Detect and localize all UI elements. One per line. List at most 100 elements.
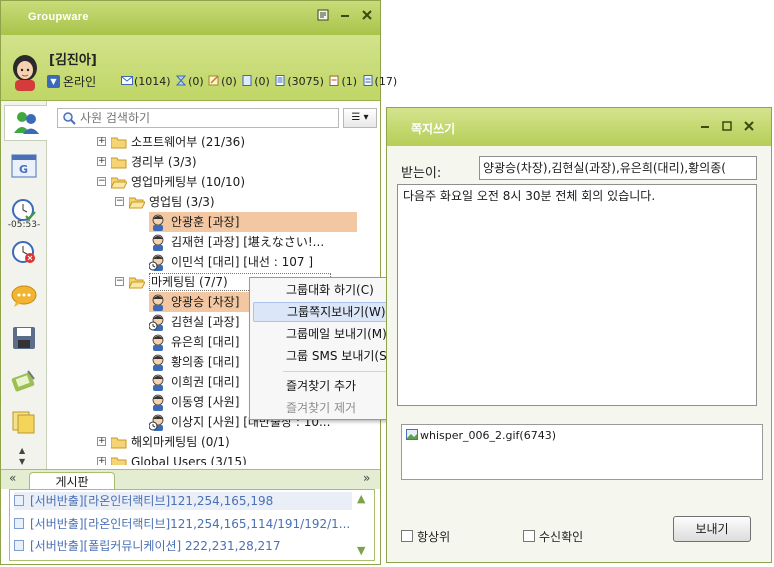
folder-icon xyxy=(110,155,127,169)
list-icon: ☰ ▾ xyxy=(351,112,369,123)
note-icon xyxy=(208,75,220,86)
person-online-icon xyxy=(149,353,167,371)
minimize-icon[interactable] xyxy=(697,120,713,136)
expand-icon[interactable]: + xyxy=(97,137,106,146)
board-row[interactable]: [서버반출][라온인터랙티브]121,254,165,114/191/192/1… xyxy=(14,515,350,533)
mail-icon xyxy=(121,75,133,86)
collapse-icon[interactable]: − xyxy=(115,277,124,286)
tab-notes[interactable] xyxy=(5,405,43,441)
doc-icon xyxy=(241,75,253,86)
tab-contacts[interactable] xyxy=(4,105,47,141)
svg-text:G: G xyxy=(19,163,28,176)
prev-tab-icon[interactable]: « xyxy=(9,471,16,485)
post-icon xyxy=(14,495,24,506)
side-tabs: G -05:53- ▲ ▼ xyxy=(1,101,47,469)
window-g-icon: G xyxy=(11,154,37,181)
folder-open-icon xyxy=(110,175,128,189)
tab-chat[interactable] xyxy=(5,279,43,315)
chat-bubble-icon xyxy=(10,284,38,311)
page-icon xyxy=(274,75,286,86)
person-online-icon xyxy=(149,373,167,391)
people-icon xyxy=(12,109,40,138)
minimize-icon[interactable] xyxy=(337,9,353,25)
sheet-counter[interactable]: (17) xyxy=(362,75,397,88)
recipient-label: 받는이: xyxy=(401,166,442,181)
image-file-icon xyxy=(406,429,418,440)
compose-title-bar[interactable]: 쪽지쓰기 xyxy=(387,108,771,146)
attachment-box[interactable]: whisper_006_2.gif(6743) xyxy=(401,424,763,480)
person-away-icon xyxy=(148,413,167,431)
avatar[interactable] xyxy=(9,51,41,91)
profile-area: [김진아] ▼ 온라인 (1014) (0) (0) (0) (3075) (1… xyxy=(1,35,397,101)
person-online-icon xyxy=(149,233,167,251)
tab-alarm[interactable] xyxy=(5,235,43,271)
folder-icon xyxy=(110,435,127,449)
doc-counter[interactable]: (0) xyxy=(241,75,270,88)
read-receipt-label: 수신확인 xyxy=(539,530,584,544)
side-scroll-up-icon[interactable]: ▲ xyxy=(19,446,25,455)
side-scroll-down-icon[interactable]: ▼ xyxy=(19,457,25,466)
person-away-icon xyxy=(148,253,167,271)
scroll-down-icon[interactable]: ▼ xyxy=(357,544,365,557)
collapse-icon[interactable]: − xyxy=(115,197,124,206)
board-row[interactable]: [서버반출][폴립커뮤니케이션] 222,231,28,217 xyxy=(14,537,280,555)
notes-icon xyxy=(11,410,37,437)
maximize-icon[interactable] xyxy=(719,120,735,136)
tab-groupware[interactable]: G xyxy=(5,149,43,185)
device-icon xyxy=(10,367,38,396)
always-on-top-checkbox[interactable] xyxy=(401,530,413,542)
app-title: Groupware xyxy=(28,11,89,23)
search-box[interactable] xyxy=(57,108,339,128)
folder-icon xyxy=(110,135,127,149)
expand-icon[interactable]: + xyxy=(97,157,106,166)
view-options-button[interactable]: ☰ ▾ xyxy=(343,108,377,128)
status-dropdown-icon[interactable]: ▼ xyxy=(47,75,60,88)
clipboard-counter[interactable]: (1) xyxy=(328,75,357,88)
collapse-icon[interactable]: − xyxy=(97,177,106,186)
status-text[interactable]: 온라인 xyxy=(63,73,96,90)
person-online-icon xyxy=(149,213,167,231)
close-icon[interactable] xyxy=(359,9,375,25)
tree-member[interactable]: 안광훈 [과장] xyxy=(149,212,357,232)
tab-save[interactable] xyxy=(5,321,43,357)
counters: (1014) (0) (0) (0) (3075) (1) (17) xyxy=(121,75,398,88)
scroll-up-icon[interactable]: ▲ xyxy=(357,492,365,505)
hourglass-icon xyxy=(175,75,187,86)
next-tab-icon[interactable]: » xyxy=(363,471,370,485)
user-name: [김진아] xyxy=(49,53,97,68)
board-tab-bar: « 게시판 » xyxy=(1,469,380,491)
message-textarea[interactable]: 다음주 화요일 오전 8시 30분 전체 회의 있습니다. xyxy=(397,184,757,406)
close-icon[interactable] xyxy=(741,120,757,136)
compose-title: 쪽지쓰기 xyxy=(411,122,456,136)
expand-icon[interactable]: + xyxy=(97,457,106,465)
send-button[interactable]: 보내기 xyxy=(673,516,751,542)
clipboard-icon xyxy=(328,75,340,86)
tab-calendar[interactable] xyxy=(5,363,43,399)
post-icon xyxy=(14,518,24,529)
compose-body: 받는이: 양광승(차장),김현실(과장),유은희(대리),황의종( 다음주 화요… xyxy=(387,146,771,562)
sheet-icon xyxy=(362,75,374,86)
folder-icon xyxy=(110,455,127,465)
hourglass-counter[interactable]: (0) xyxy=(175,75,204,88)
clock-stop-icon xyxy=(11,240,37,267)
attachment-item[interactable]: whisper_006_2.gif(6743) xyxy=(406,429,556,442)
search-icon xyxy=(62,111,76,128)
read-receipt-checkbox[interactable] xyxy=(523,530,535,542)
folder-open-icon xyxy=(128,275,146,289)
time-label: -05:53- xyxy=(7,220,41,230)
always-on-top-label: 항상위 xyxy=(417,530,451,544)
page-counter[interactable]: (3075) xyxy=(274,75,324,88)
menu-icon[interactable] xyxy=(315,9,331,25)
expand-icon[interactable]: + xyxy=(97,437,106,446)
title-bar[interactable]: Groupware xyxy=(1,1,380,35)
floppy-icon xyxy=(12,326,36,353)
search-input[interactable] xyxy=(80,111,330,125)
note-counter[interactable]: (0) xyxy=(208,75,237,88)
board-row[interactable]: [서버반출][라온인터랙티브]121,254,165,198 xyxy=(14,492,352,510)
person-away-icon xyxy=(148,313,167,331)
mail-counter[interactable]: (1014) xyxy=(121,75,171,88)
recipient-field[interactable]: 양광승(차장),김현실(과장),유은희(대리),황의종( xyxy=(479,156,757,180)
compose-window: 쪽지쓰기 받는이: 양광승(차장),김현실(과장),유은희(대리),황의종( 다… xyxy=(386,107,772,563)
board-list: [서버반출][라온인터랙티브]121,254,165,198 [서버반출][라온… xyxy=(9,489,375,561)
person-online-icon xyxy=(149,333,167,351)
